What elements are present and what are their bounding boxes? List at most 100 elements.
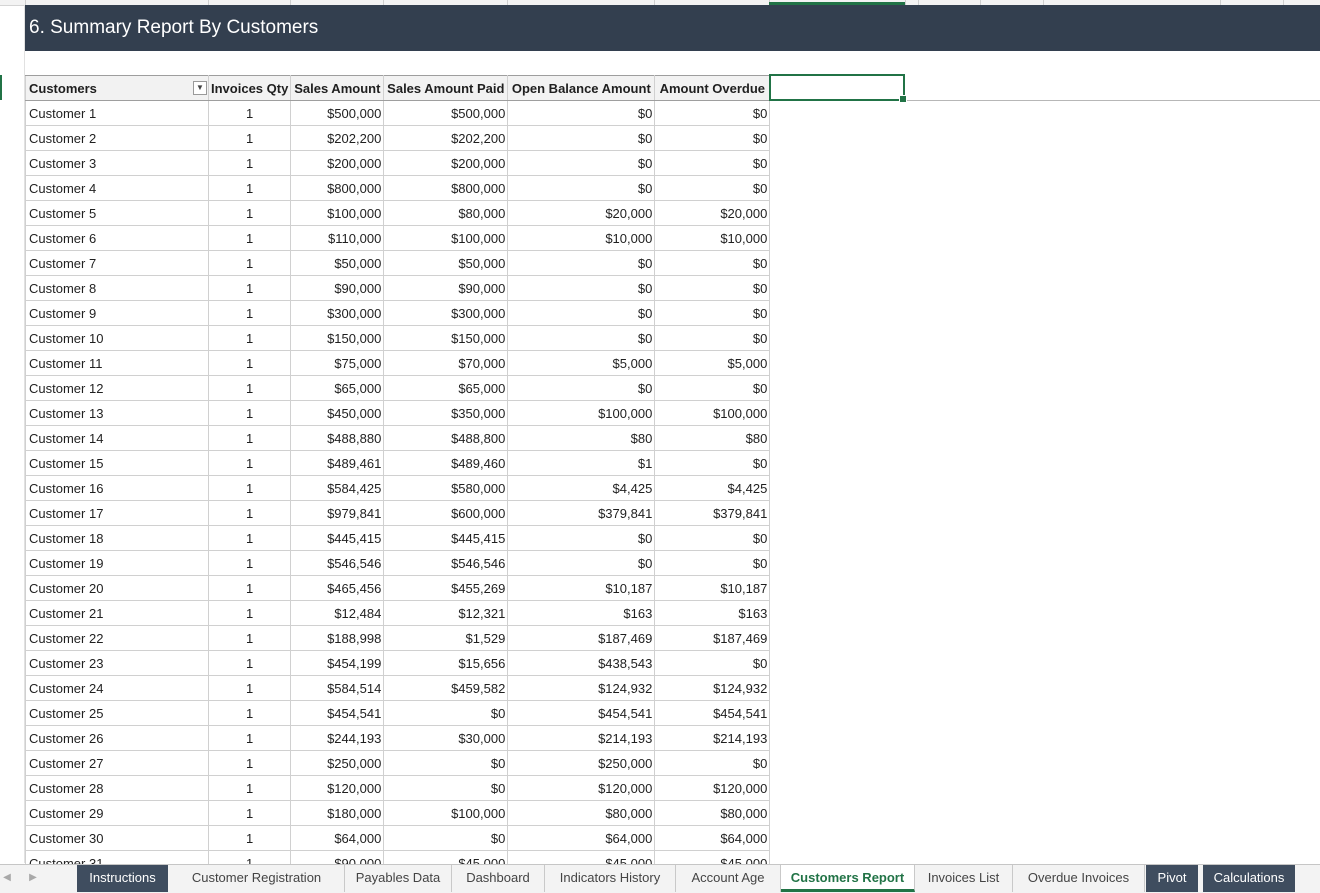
open-balance-cell[interactable]: $187,469 [507, 625, 656, 651]
sales-amount-paid-cell[interactable]: $459,582 [383, 675, 509, 701]
open-balance-cell[interactable]: $5,000 [507, 350, 656, 376]
open-balance-cell[interactable]: $0 [507, 375, 656, 401]
open-balance-cell[interactable]: $0 [507, 300, 656, 326]
customer-name-cell[interactable]: Customer 28 [25, 775, 209, 801]
tab-pivot[interactable]: Pivot [1146, 865, 1199, 892]
tab-invoices-list[interactable]: Invoices List [915, 865, 1013, 892]
amount-overdue-cell[interactable]: $214,193 [654, 725, 771, 751]
sales-amount-paid-cell[interactable]: $100,000 [383, 800, 509, 826]
customer-name-cell[interactable]: Customer 10 [25, 325, 209, 351]
sales-amount-cell[interactable]: $584,514 [290, 675, 385, 701]
sales-amount-paid-cell[interactable]: $0 [383, 775, 509, 801]
header-amount-overdue[interactable]: Amount Overdue [654, 75, 771, 101]
customer-name-cell[interactable]: Customer 11 [25, 350, 209, 376]
sales-amount-paid-cell[interactable]: $350,000 [383, 400, 509, 426]
sales-amount-paid-cell[interactable]: $0 [383, 700, 509, 726]
sales-amount-cell[interactable]: $244,193 [290, 725, 385, 751]
amount-overdue-cell[interactable]: $10,000 [654, 225, 771, 251]
customer-name-cell[interactable]: Customer 23 [25, 650, 209, 676]
invoices-qty-cell[interactable]: 1 [207, 550, 292, 576]
sales-amount-cell[interactable]: $450,000 [290, 400, 385, 426]
tab-account-age[interactable]: Account Age [676, 865, 781, 892]
header-sales-amount[interactable]: Sales Amount [290, 75, 385, 101]
sales-amount-paid-cell[interactable]: $546,546 [383, 550, 509, 576]
open-balance-cell[interactable]: $379,841 [507, 500, 656, 526]
sales-amount-cell[interactable]: $465,456 [290, 575, 385, 601]
invoices-qty-cell[interactable]: 1 [207, 425, 292, 451]
chevron-left-icon[interactable]: ◀ [0, 872, 14, 883]
sales-amount-paid-cell[interactable]: $50,000 [383, 250, 509, 276]
amount-overdue-cell[interactable]: $0 [654, 525, 771, 551]
tab-customers-report[interactable]: Customers Report [781, 865, 915, 892]
sales-amount-paid-cell[interactable]: $100,000 [383, 225, 509, 251]
amount-overdue-cell[interactable]: $0 [654, 275, 771, 301]
open-balance-cell[interactable]: $4,425 [507, 475, 656, 501]
amount-overdue-cell[interactable]: $10,187 [654, 575, 771, 601]
open-balance-cell[interactable]: $124,932 [507, 675, 656, 701]
sales-amount-cell[interactable]: $454,541 [290, 700, 385, 726]
customer-name-cell[interactable]: Customer 21 [25, 600, 209, 626]
sales-amount-cell[interactable]: $65,000 [290, 375, 385, 401]
customer-name-cell[interactable]: Customer 25 [25, 700, 209, 726]
sales-amount-cell[interactable]: $800,000 [290, 175, 385, 201]
sales-amount-cell[interactable]: $90,000 [290, 275, 385, 301]
open-balance-cell[interactable]: $20,000 [507, 200, 656, 226]
sales-amount-cell[interactable]: $584,425 [290, 475, 385, 501]
fill-handle[interactable] [899, 95, 907, 103]
header-invoices-qty[interactable]: Invoices Qty [207, 75, 292, 101]
open-balance-cell[interactable]: $10,187 [507, 575, 656, 601]
sales-amount-cell[interactable]: $180,000 [290, 800, 385, 826]
sales-amount-paid-cell[interactable]: $70,000 [383, 350, 509, 376]
sales-amount-paid-cell[interactable]: $1,529 [383, 625, 509, 651]
open-balance-cell[interactable]: $0 [507, 275, 656, 301]
sales-amount-cell[interactable]: $202,200 [290, 125, 385, 151]
open-balance-cell[interactable]: $80 [507, 425, 656, 451]
invoices-qty-cell[interactable]: 1 [207, 600, 292, 626]
amount-overdue-cell[interactable]: $379,841 [654, 500, 771, 526]
amount-overdue-cell[interactable]: $0 [654, 450, 771, 476]
sales-amount-paid-cell[interactable]: $0 [383, 750, 509, 776]
invoices-qty-cell[interactable]: 1 [207, 300, 292, 326]
open-balance-cell[interactable]: $64,000 [507, 825, 656, 851]
customer-name-cell[interactable]: Customer 6 [25, 225, 209, 251]
sales-amount-cell[interactable]: $546,546 [290, 550, 385, 576]
amount-overdue-cell[interactable]: $64,000 [654, 825, 771, 851]
amount-overdue-cell[interactable]: $187,469 [654, 625, 771, 651]
sales-amount-cell[interactable]: $445,415 [290, 525, 385, 551]
sales-amount-paid-cell[interactable]: $488,800 [383, 425, 509, 451]
amount-overdue-cell[interactable]: $0 [654, 175, 771, 201]
amount-overdue-cell[interactable]: $0 [654, 550, 771, 576]
invoices-qty-cell[interactable]: 1 [207, 800, 292, 826]
customer-name-cell[interactable]: Customer 13 [25, 400, 209, 426]
header-open-balance[interactable]: Open Balance Amount [507, 75, 656, 101]
sales-amount-cell[interactable]: $50,000 [290, 250, 385, 276]
invoices-qty-cell[interactable]: 1 [207, 225, 292, 251]
sales-amount-paid-cell[interactable]: $800,000 [383, 175, 509, 201]
invoices-qty-cell[interactable]: 1 [207, 350, 292, 376]
customer-name-cell[interactable]: Customer 17 [25, 500, 209, 526]
tab-payables-data[interactable]: Payables Data [345, 865, 452, 892]
sales-amount-cell[interactable]: $250,000 [290, 750, 385, 776]
invoices-qty-cell[interactable]: 1 [207, 100, 292, 126]
sales-amount-cell[interactable]: $64,000 [290, 825, 385, 851]
amount-overdue-cell[interactable]: $0 [654, 150, 771, 176]
customer-name-cell[interactable]: Customer 5 [25, 200, 209, 226]
tab-customer-registration[interactable]: Customer Registration [169, 865, 345, 892]
header-sales-amount-paid[interactable]: Sales Amount Paid [383, 75, 509, 101]
invoices-qty-cell[interactable]: 1 [207, 500, 292, 526]
sales-amount-cell[interactable]: $300,000 [290, 300, 385, 326]
sales-amount-cell[interactable]: $489,461 [290, 450, 385, 476]
sales-amount-paid-cell[interactable]: $150,000 [383, 325, 509, 351]
invoices-qty-cell[interactable]: 1 [207, 700, 292, 726]
tab-instructions[interactable]: Instructions [77, 865, 169, 892]
sales-amount-paid-cell[interactable]: $500,000 [383, 100, 509, 126]
invoices-qty-cell[interactable]: 1 [207, 475, 292, 501]
open-balance-cell[interactable]: $80,000 [507, 800, 656, 826]
sales-amount-cell[interactable]: $488,880 [290, 425, 385, 451]
invoices-qty-cell[interactable]: 1 [207, 750, 292, 776]
sales-amount-cell[interactable]: $110,000 [290, 225, 385, 251]
invoices-qty-cell[interactable]: 1 [207, 250, 292, 276]
open-balance-cell[interactable]: $0 [507, 125, 656, 151]
invoices-qty-cell[interactable]: 1 [207, 725, 292, 751]
sales-amount-paid-cell[interactable]: $90,000 [383, 275, 509, 301]
